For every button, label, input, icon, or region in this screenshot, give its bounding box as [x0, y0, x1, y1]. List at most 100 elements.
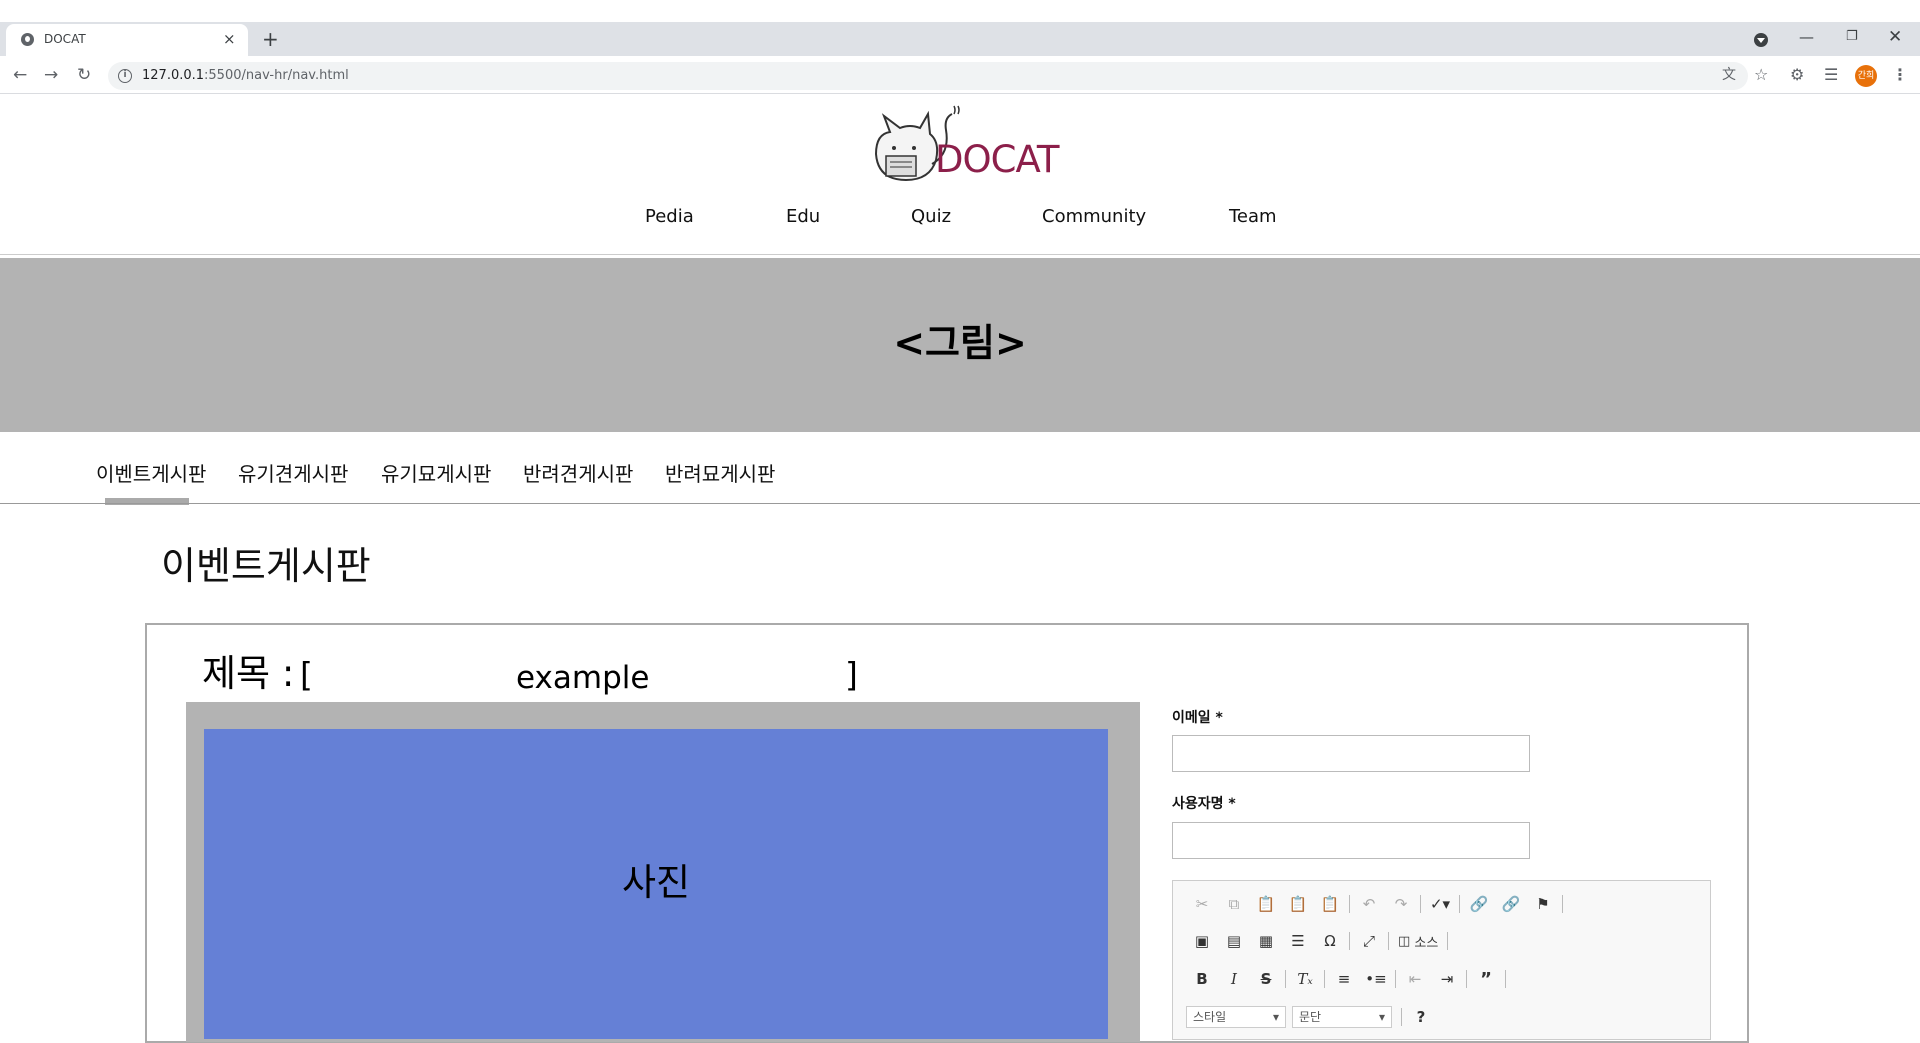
new-tab-button[interactable]: +	[262, 26, 279, 52]
format-select-value: 문단	[1299, 1010, 1322, 1024]
header-divider	[0, 254, 1920, 255]
paste-icon[interactable]: 📋	[1250, 890, 1282, 918]
separator	[1447, 932, 1449, 950]
media-icon[interactable]: ☰	[1824, 64, 1838, 86]
separator	[1395, 970, 1396, 988]
tab-pet-dog-board[interactable]: 반려견게시판	[523, 460, 633, 488]
separator	[1285, 970, 1286, 988]
editor-toolbar-row-1: ✂ ⧉ 📋 📋 📋 ↶ ↷ ✓▾ 🔗 🔗 ⚑	[1186, 890, 1566, 918]
indent-icon[interactable]: ⇥	[1431, 965, 1463, 993]
tab-stray-cat-board[interactable]: 유기묘게시판	[381, 460, 491, 488]
numbered-list-icon[interactable]: ≡	[1328, 965, 1360, 993]
tab-stray-dog-board[interactable]: 유기견게시판	[238, 460, 348, 488]
separator	[1459, 895, 1460, 913]
post-title-bracket-close: ]	[845, 655, 858, 694]
nav-community[interactable]: Community	[1042, 205, 1146, 229]
nav-team[interactable]: Team	[1229, 205, 1277, 229]
anchor-flag-icon[interactable]: ⚑	[1527, 890, 1559, 918]
window-top	[0, 0, 1920, 22]
tab-title: DOCAT	[44, 32, 86, 46]
tab-event-board[interactable]: 이벤트게시판	[96, 460, 206, 488]
bulleted-list-icon[interactable]: •≡	[1360, 965, 1392, 993]
help-icon[interactable]: ?	[1405, 1003, 1437, 1031]
chevron-down-icon: ▾	[1378, 1010, 1385, 1024]
bold-icon[interactable]: B	[1186, 965, 1218, 993]
logo-text[interactable]: DOCAT	[935, 138, 1059, 182]
unlink-icon[interactable]: 🔗	[1495, 890, 1527, 918]
post-title-label: 제목 :	[202, 652, 295, 695]
separator	[1388, 932, 1389, 950]
reload-icon[interactable]: ↻	[77, 63, 91, 87]
post-title-bracket-open: [	[300, 655, 313, 694]
url-text[interactable]: 127.0.0.1:5500/nav-hr/nav.html	[142, 66, 349, 86]
format-select[interactable]: 문단 ▾	[1292, 1006, 1392, 1028]
star-icon[interactable]: ☆	[1754, 64, 1768, 86]
username-label: 사용자명 *	[1172, 796, 1236, 812]
close-window-icon[interactable]: ✕	[1888, 26, 1902, 48]
embed-icon[interactable]: ▤	[1218, 927, 1250, 955]
separator	[1349, 932, 1350, 950]
table-icon[interactable]: ▦	[1250, 927, 1282, 955]
subtab-divider	[0, 503, 1920, 504]
separator	[1505, 970, 1506, 988]
strikethrough-icon[interactable]: S	[1250, 965, 1282, 993]
italic-icon[interactable]: I	[1218, 965, 1250, 993]
outdent-icon[interactable]: ⇤	[1399, 965, 1431, 993]
info-icon[interactable]: i	[118, 69, 132, 83]
translate-icon[interactable]: 文	[1722, 64, 1736, 86]
avatar[interactable]: 간희	[1855, 65, 1877, 87]
maximize-editor-icon[interactable]: ⤢	[1353, 927, 1385, 955]
email-field[interactable]	[1172, 735, 1530, 772]
banner-text: <그림>	[893, 321, 1027, 365]
email-label: 이메일 *	[1172, 710, 1223, 726]
url-host: 127.0.0.1	[142, 68, 205, 83]
menu-icon[interactable]: ⋮	[1892, 64, 1908, 86]
tab-bar	[0, 22, 1920, 56]
image-icon[interactable]: ▣	[1186, 927, 1218, 955]
remove-format-icon[interactable]: Tₓ	[1289, 965, 1321, 993]
editor-toolbar-row-4: 스타일 ▾ 문단 ▾ ?	[1186, 1003, 1437, 1031]
post-title-value: example	[516, 660, 650, 696]
separator	[1466, 970, 1467, 988]
separator	[1401, 1008, 1402, 1026]
tab-search-icon[interactable]	[1754, 33, 1768, 47]
separator	[1562, 895, 1563, 913]
extensions-icon[interactable]: ⚙	[1790, 64, 1804, 86]
nav-quiz[interactable]: Quiz	[911, 205, 951, 229]
separator	[1420, 895, 1421, 913]
chevron-down-icon: ▾	[1272, 1010, 1279, 1024]
paste-text-icon[interactable]: 📋	[1282, 890, 1314, 918]
redo-icon[interactable]: ↷	[1385, 890, 1417, 918]
paste-word-icon[interactable]: 📋	[1314, 890, 1346, 918]
browser-tab[interactable]	[6, 24, 248, 56]
nav-pedia[interactable]: Pedia	[645, 205, 694, 229]
tab-close-icon[interactable]: ×	[223, 28, 236, 50]
username-field[interactable]	[1172, 822, 1530, 859]
photo-label: 사진	[621, 861, 691, 904]
cut-icon[interactable]: ✂	[1186, 890, 1218, 918]
page-title: 이벤트게시판	[161, 544, 371, 588]
editor-toolbar-row-2: ▣ ▤ ▦ ☰ Ω ⤢ ◫ 소스	[1186, 927, 1451, 955]
special-char-icon[interactable]: Ω	[1314, 927, 1346, 955]
spellcheck-icon[interactable]: ✓▾	[1424, 890, 1456, 918]
back-arrow-icon[interactable]: ←	[13, 63, 27, 87]
blockquote-icon[interactable]: ”	[1470, 965, 1502, 993]
style-select-value: 스타일	[1193, 1010, 1227, 1024]
globe-icon	[21, 33, 34, 46]
source-button[interactable]: ◫ 소스	[1392, 927, 1444, 955]
address-bar[interactable]	[108, 62, 1748, 90]
nav-edu[interactable]: Edu	[786, 205, 820, 229]
tab-pet-cat-board[interactable]: 반려묘게시판	[665, 460, 775, 488]
source-icon: ◫	[1398, 933, 1415, 949]
copy-icon[interactable]: ⧉	[1218, 890, 1250, 918]
maximize-icon[interactable]: ❐	[1846, 26, 1858, 48]
link-icon[interactable]: 🔗	[1463, 890, 1495, 918]
separator	[1324, 970, 1325, 988]
forward-arrow-icon[interactable]: →	[44, 63, 58, 87]
url-path: :5500/nav-hr/nav.html	[204, 68, 349, 83]
separator	[1349, 895, 1350, 913]
minimize-icon[interactable]: —	[1799, 26, 1814, 48]
style-select[interactable]: 스타일 ▾	[1186, 1006, 1286, 1028]
horizontal-line-icon[interactable]: ☰	[1282, 927, 1314, 955]
undo-icon[interactable]: ↶	[1353, 890, 1385, 918]
